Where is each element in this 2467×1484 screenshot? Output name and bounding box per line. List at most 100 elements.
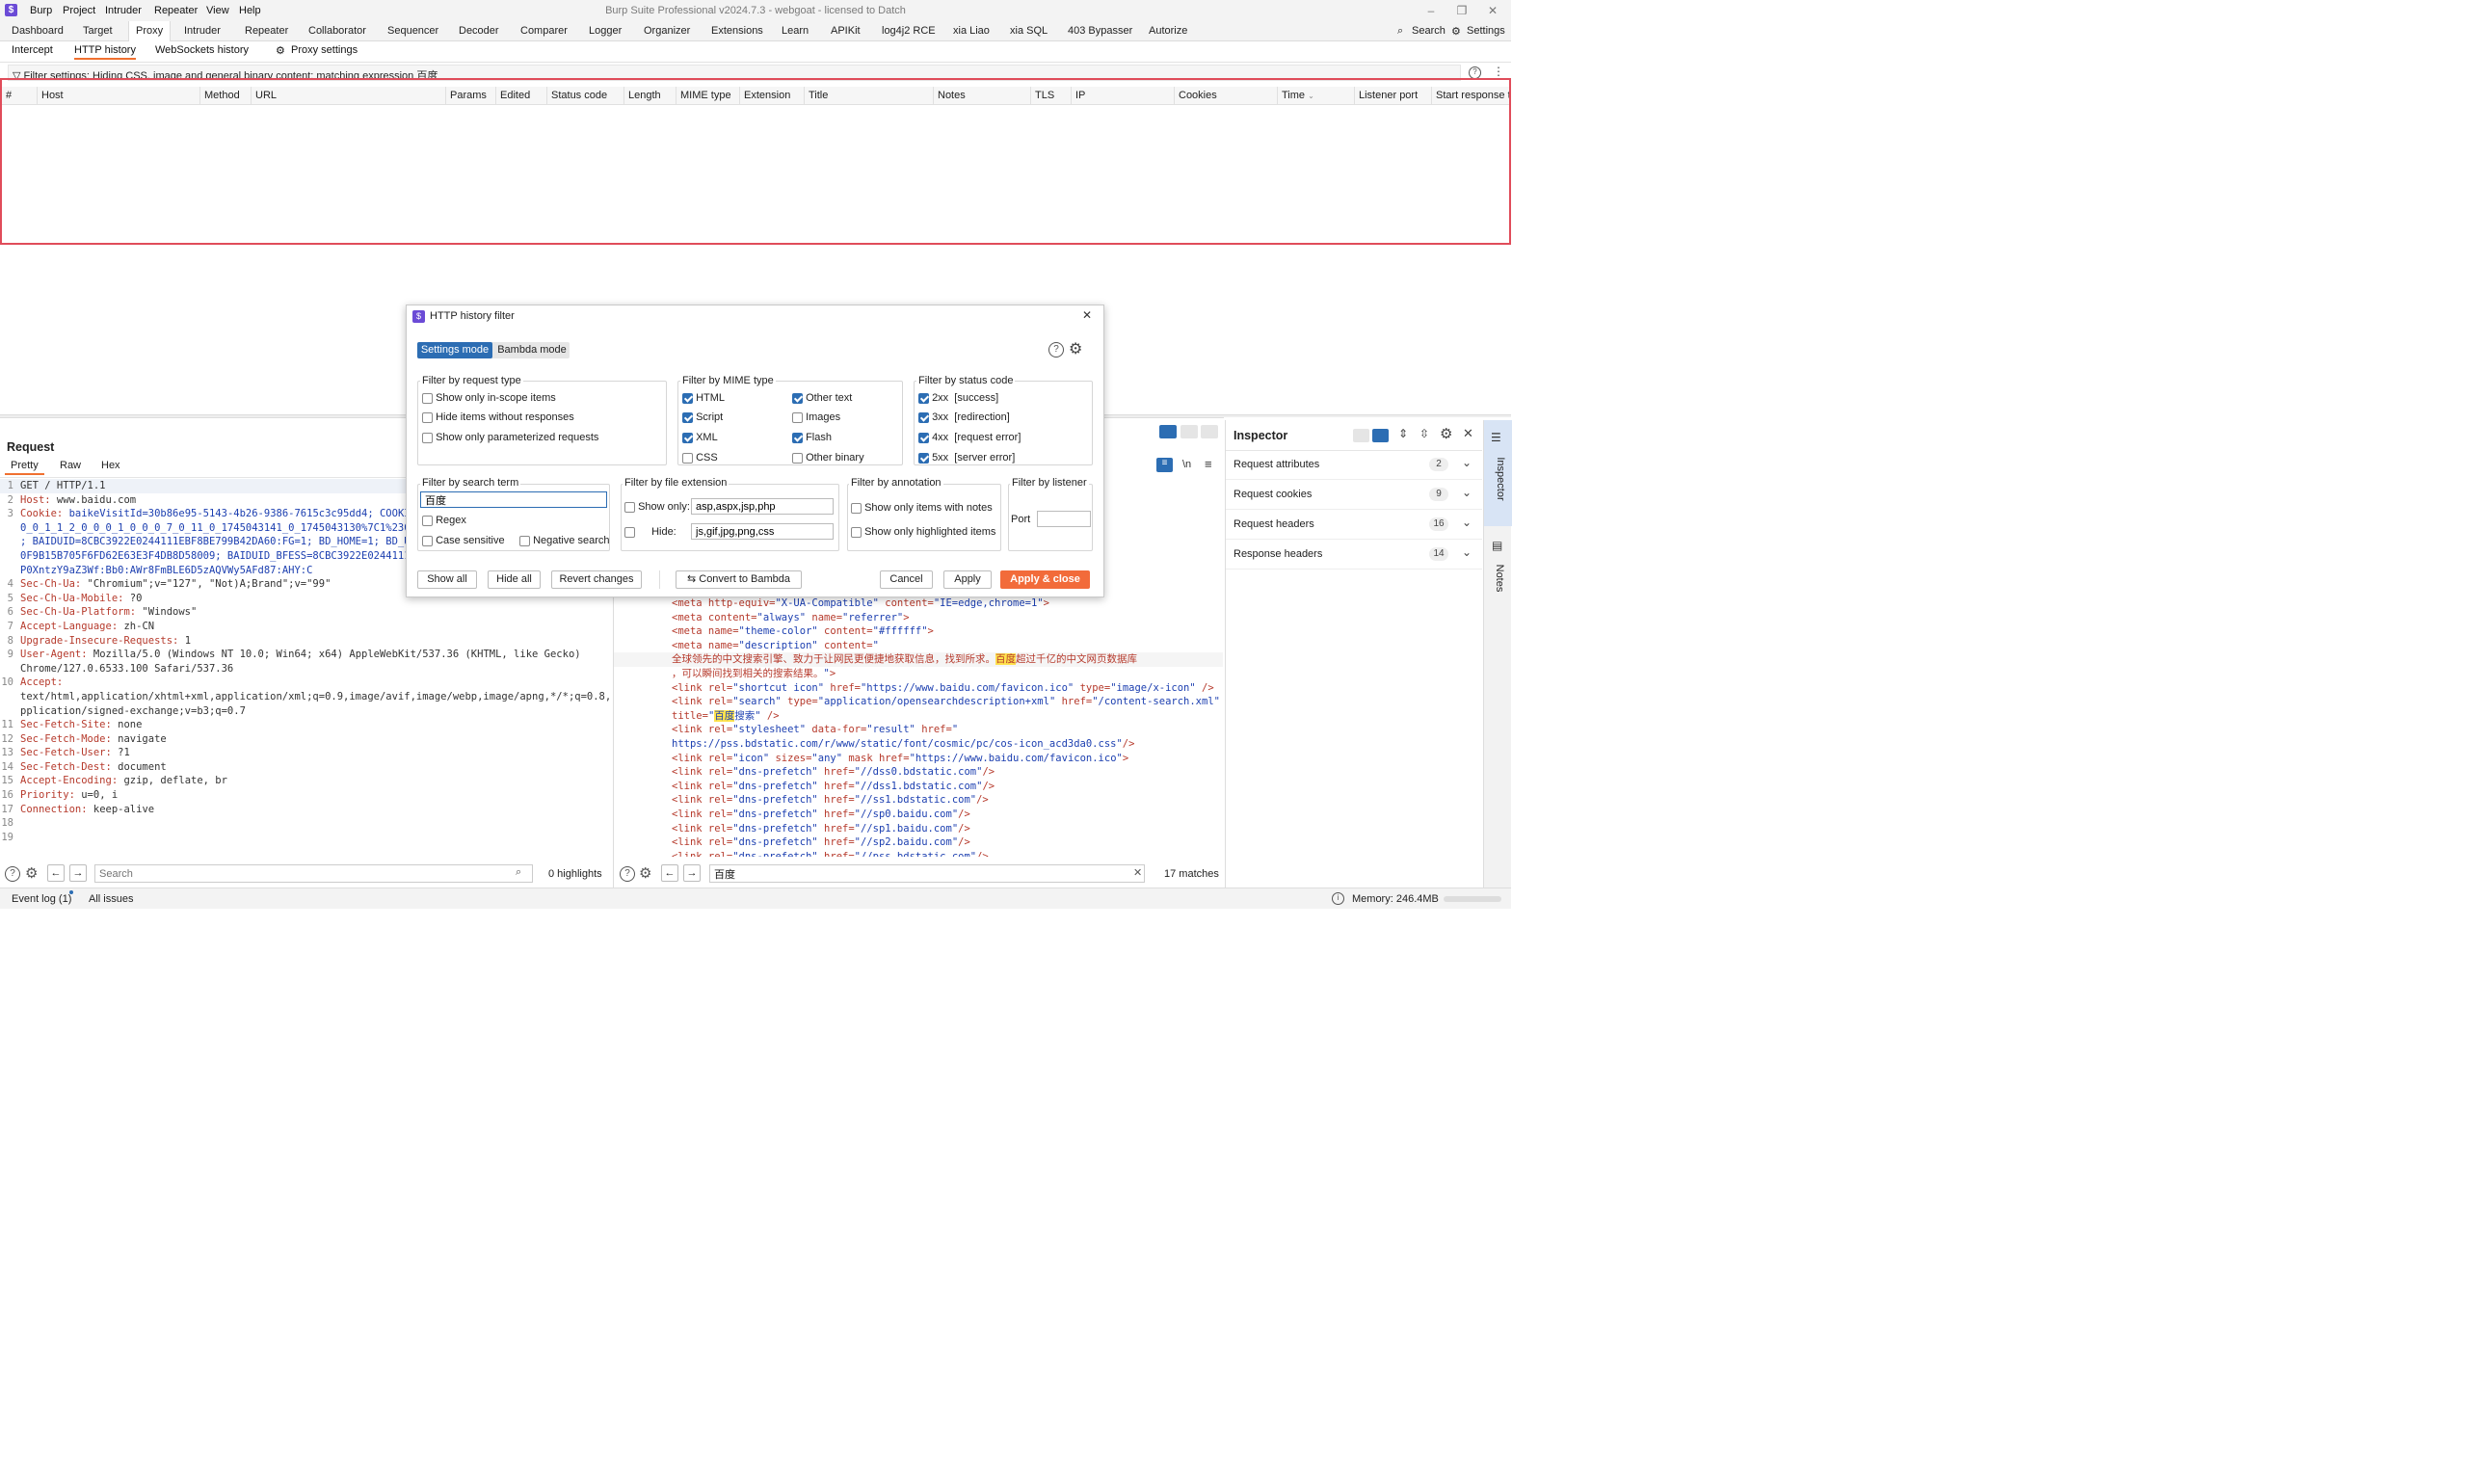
tab-organizer[interactable]: Organizer [644, 25, 690, 37]
checkbox-box[interactable] [792, 411, 803, 423]
search-term-input[interactable] [420, 491, 607, 508]
response-editor[interactable]: <meta http-equiv="X-UA-Compatible" conte… [614, 596, 1223, 857]
hide-ext-input[interactable] [691, 523, 834, 540]
apply-and-close-button[interactable]: Apply & close [1000, 570, 1090, 589]
settings-button[interactable]: Settings [1467, 25, 1505, 37]
menu-intruder[interactable]: Intruder [105, 5, 142, 16]
checkbox-other-binary[interactable]: Other binary [792, 452, 864, 464]
bambda-mode-button[interactable]: Bambda mode [494, 342, 570, 358]
inspector-row-request-headers[interactable]: Request headers 16 ⌄ [1226, 510, 1482, 540]
tab-collaborator[interactable]: Collaborator [308, 25, 366, 37]
tab-403-bypasser[interactable]: 403 Bypasser [1068, 25, 1132, 37]
inspector-row-request-attributes[interactable]: Request attributes 2 ⌄ [1226, 450, 1482, 480]
tab-proxy-settings[interactable]: Proxy settings [291, 44, 358, 56]
checkbox-box[interactable] [918, 411, 929, 423]
response-search-input[interactable] [709, 864, 1145, 883]
collapse-all-icon[interactable]: ⇳ [1419, 427, 1429, 440]
checkbox-box[interactable] [422, 535, 433, 546]
checkbox-box[interactable] [851, 502, 862, 514]
close-window-button[interactable]: ✕ [1478, 2, 1507, 19]
tab-websockets-history[interactable]: WebSockets history [155, 44, 249, 56]
menu-view[interactable]: View [206, 5, 229, 16]
close-icon[interactable]: ✕ [1082, 308, 1092, 322]
help-icon[interactable]: ? [620, 866, 635, 882]
inspector-row-request-cookies[interactable]: Request cookies 9 ⌄ [1226, 480, 1482, 510]
more-options-icon[interactable]: ⋮ [1493, 65, 1504, 78]
clear-search-icon[interactable]: ✕ [1133, 866, 1142, 879]
gear-icon[interactable]: ⚙ [1069, 339, 1082, 358]
checkbox-box[interactable] [422, 515, 433, 526]
back-arrow-icon[interactable]: ← [47, 864, 65, 882]
tab-target[interactable]: Target [83, 25, 113, 37]
request-search-input[interactable] [94, 864, 533, 883]
menu-repeater[interactable]: Repeater [154, 5, 198, 16]
port-input[interactable] [1037, 511, 1091, 527]
restore-button[interactable]: ❐ [1447, 2, 1476, 19]
checkbox-html[interactable]: HTML [682, 392, 725, 404]
checkbox-box[interactable] [682, 392, 693, 404]
checkbox-hide-no-response[interactable]: Hide items without responses [422, 411, 574, 423]
layout-single-icon[interactable] [1201, 425, 1218, 438]
checkbox-box[interactable] [792, 452, 803, 464]
tab-intercept[interactable]: Intercept [12, 44, 53, 56]
checkbox-css[interactable]: CSS [682, 452, 718, 464]
event-log-link[interactable]: Event log (1) [12, 893, 71, 905]
checkbox-2xx[interactable]: 2xx [success] [918, 392, 998, 404]
back-arrow-icon[interactable]: ← [661, 864, 678, 882]
checkbox-script[interactable]: Script [682, 411, 723, 423]
gear-icon[interactable]: ⚙ [25, 864, 38, 882]
close-icon[interactable]: ✕ [1463, 426, 1473, 441]
checkbox-flash[interactable]: Flash [792, 432, 832, 443]
checkbox-highlighted[interactable]: Show only highlighted items [851, 526, 995, 538]
checkbox-parameterized[interactable]: Show only parameterized requests [422, 432, 598, 443]
apply-button[interactable]: Apply [943, 570, 992, 589]
show-only-ext-input[interactable] [691, 498, 834, 515]
tab-http-history[interactable]: HTTP history [74, 44, 136, 60]
expand-all-icon[interactable]: ⇕ [1398, 427, 1408, 440]
side-tab-notes[interactable]: ▤ Notes [1484, 531, 1512, 608]
checkbox-box[interactable] [851, 526, 862, 538]
layout-panel-icon[interactable] [1372, 429, 1389, 442]
checkbox-box[interactable] [792, 392, 803, 404]
help-icon[interactable]: ? [1048, 342, 1064, 358]
checkbox-box[interactable] [792, 432, 803, 443]
checkbox-5xx[interactable]: 5xx [server error] [918, 452, 1015, 464]
checkbox-hide-ext[interactable]: Hide: [624, 526, 676, 538]
checkbox-case-sensitive[interactable]: Case sensitive [422, 535, 505, 546]
checkbox-images[interactable]: Images [792, 411, 840, 423]
checkbox-box[interactable] [918, 392, 929, 404]
menu-icon[interactable]: ≡ [1205, 457, 1212, 471]
checkbox-show-only-ext[interactable]: Show only: [624, 501, 690, 513]
tab-raw[interactable]: Raw [60, 460, 81, 471]
tab-learn[interactable]: Learn [782, 25, 809, 37]
checkbox-box[interactable] [422, 392, 433, 404]
tab-xia-sql[interactable]: xia SQL [1010, 25, 1048, 37]
checkbox-3xx[interactable]: 3xx [redirection] [918, 411, 1010, 423]
menu-burp[interactable]: Burp [30, 5, 52, 16]
search-button[interactable]: Search [1412, 25, 1446, 37]
tab-apikit[interactable]: APIKit [831, 25, 861, 37]
checkbox-box[interactable] [519, 535, 530, 546]
tab-intruder[interactable]: Intruder [184, 25, 221, 37]
all-issues-link[interactable]: All issues [89, 893, 133, 905]
checkbox-xml[interactable]: XML [682, 432, 718, 443]
checkbox-box[interactable] [918, 432, 929, 443]
tab-autorize[interactable]: Autorize [1149, 25, 1187, 37]
checkbox-box[interactable] [624, 501, 635, 513]
minimize-button[interactable]: – [1417, 2, 1446, 19]
tab-log4j2-rce[interactable]: log4j2 RCE [882, 25, 936, 37]
tab-comparer[interactable]: Comparer [520, 25, 568, 37]
tab-logger[interactable]: Logger [589, 25, 622, 37]
tab-dashboard[interactable]: Dashboard [12, 25, 64, 37]
cancel-button[interactable]: Cancel [880, 570, 933, 589]
forward-arrow-icon[interactable]: → [683, 864, 701, 882]
tab-extensions[interactable]: Extensions [711, 25, 763, 37]
menu-help[interactable]: Help [239, 5, 261, 16]
checkbox-notes[interactable]: Show only items with notes [851, 502, 993, 514]
checkbox-box[interactable] [918, 452, 929, 464]
gear-icon[interactable]: ⚙ [639, 864, 651, 882]
tab-repeater[interactable]: Repeater [245, 25, 288, 37]
tab-xia-liao[interactable]: xia Liao [953, 25, 990, 37]
search-icon[interactable]: ⌕ [516, 866, 521, 879]
gear-icon[interactable]: ⚙ [1451, 25, 1461, 38]
